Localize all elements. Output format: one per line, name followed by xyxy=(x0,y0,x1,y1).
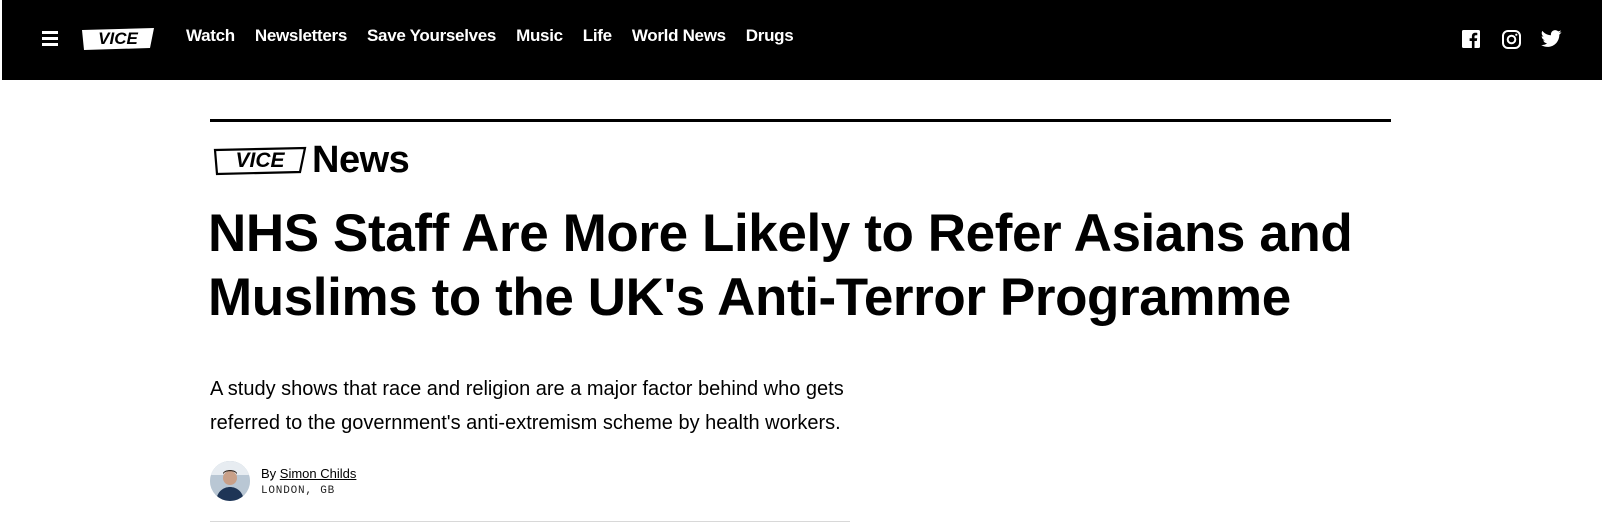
byline-prefix: By xyxy=(261,465,280,481)
nav-link-save-yourselves[interactable]: Save Yourselves xyxy=(367,26,496,46)
section-label: News xyxy=(312,138,410,181)
nav-link-world-news[interactable]: World News xyxy=(632,26,726,46)
section-brand[interactable]: VICE News xyxy=(212,138,410,181)
author-line: By Simon Childs xyxy=(261,466,356,481)
svg-text:VICE: VICE xyxy=(235,149,285,172)
byline: By Simon Childs LONDON, GB xyxy=(210,461,356,501)
facebook-icon[interactable] xyxy=(1460,28,1482,50)
vice-news-logo: VICE xyxy=(213,146,307,176)
nav-link-watch[interactable]: Watch xyxy=(186,26,235,46)
nav-link-life[interactable]: Life xyxy=(583,26,612,46)
byline-text: By Simon Childs LONDON, GB xyxy=(261,466,356,497)
nav-link-newsletters[interactable]: Newsletters xyxy=(255,26,347,46)
author-avatar[interactable] xyxy=(210,461,250,501)
social-links xyxy=(1460,28,1562,50)
article-dek: A study shows that race and religion are… xyxy=(210,378,844,434)
byline-divider xyxy=(210,521,850,522)
instagram-icon[interactable] xyxy=(1500,28,1522,50)
author-location: LONDON, GB xyxy=(261,484,336,497)
top-navigation-bar: VICE Watch Newsletters Save Yourselves M… xyxy=(2,0,1602,80)
main-nav: Watch Newsletters Save Yourselves Music … xyxy=(186,26,813,46)
twitter-icon[interactable] xyxy=(1540,28,1562,50)
nav-link-music[interactable]: Music xyxy=(516,26,563,46)
article-headline: NHS Staff Are More Likely to Refer Asian… xyxy=(208,204,1353,327)
vice-logo[interactable]: VICE xyxy=(80,22,156,54)
nav-link-drugs[interactable]: Drugs xyxy=(746,26,794,46)
section-divider xyxy=(210,119,1391,122)
author-link[interactable]: Simon Childs xyxy=(280,466,357,481)
menu-icon[interactable] xyxy=(42,31,60,47)
svg-text:VICE: VICE xyxy=(98,29,138,48)
